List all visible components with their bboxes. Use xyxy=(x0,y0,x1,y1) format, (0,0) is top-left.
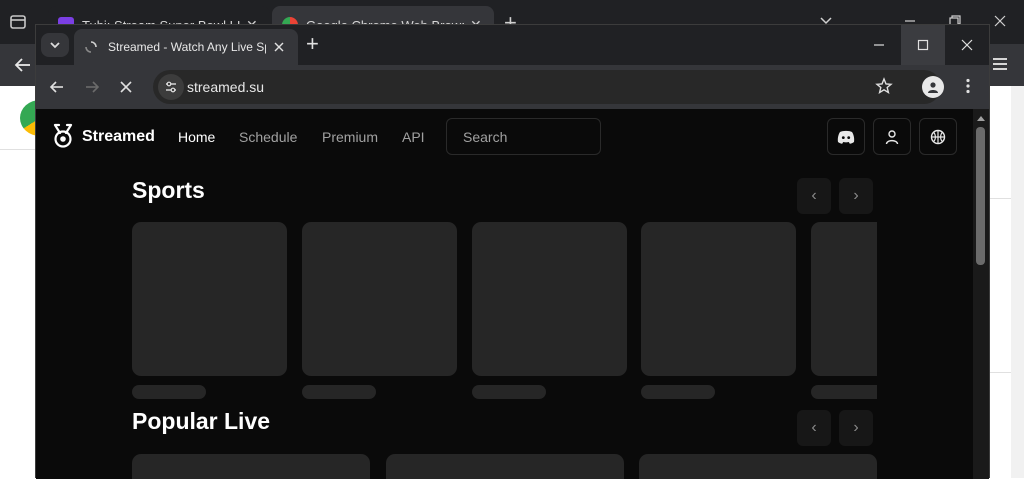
card-label-placeholder xyxy=(641,385,715,399)
nav-premium[interactable]: Premium xyxy=(322,129,378,145)
divider xyxy=(0,149,36,150)
forward-arrow-icon[interactable] xyxy=(80,75,104,99)
address-bar[interactable] xyxy=(153,70,941,104)
menu-lines-icon[interactable] xyxy=(990,54,1010,74)
close-window-icon[interactable] xyxy=(945,25,989,65)
popular-next-button[interactable]: › xyxy=(839,410,873,446)
nav-home[interactable]: Home xyxy=(178,129,215,145)
minimize-icon[interactable] xyxy=(857,25,901,65)
stop-loading-icon[interactable] xyxy=(114,75,138,99)
web-page: Streamed Home Schedule Premium API Searc… xyxy=(36,109,989,479)
tab-title: Streamed - Watch Any Live Sports xyxy=(108,40,266,54)
new-tab-icon[interactable]: + xyxy=(306,33,319,55)
search-input[interactable]: Search xyxy=(446,118,601,155)
tab-search-icon[interactable] xyxy=(8,12,32,34)
back-arrow-icon[interactable] xyxy=(45,75,69,99)
chevron-down-icon xyxy=(50,42,60,49)
section-title-popular-live: Popular Live xyxy=(132,408,271,434)
sport-card-placeholder[interactable] xyxy=(641,222,796,376)
card-label-placeholder xyxy=(811,385,877,399)
popular-prev-button[interactable]: ‹ xyxy=(797,410,831,446)
scrollbar-thumb[interactable] xyxy=(976,127,985,265)
live-card-placeholder[interactable] xyxy=(386,454,624,479)
loading-icon xyxy=(84,40,100,54)
card-label-placeholder xyxy=(302,385,376,399)
url-text[interactable]: streamed.su xyxy=(187,79,264,95)
streamed-logo-icon[interactable] xyxy=(51,123,75,149)
live-card-placeholder[interactable] xyxy=(132,454,370,479)
site-settings-icon[interactable] xyxy=(158,74,184,100)
brand-name[interactable]: Streamed xyxy=(82,128,155,146)
sports-prev-button[interactable]: ‹ xyxy=(797,178,831,214)
sports-next-button[interactable]: › xyxy=(839,178,873,214)
close-tab-icon[interactable] xyxy=(274,42,288,52)
card-label-placeholder xyxy=(472,385,546,399)
sport-card-placeholder[interactable] xyxy=(302,222,457,376)
sport-card-placeholder[interactable] xyxy=(472,222,627,376)
discord-button[interactable] xyxy=(827,118,865,155)
maximize-icon[interactable] xyxy=(901,25,945,65)
background-scrollbar[interactable] xyxy=(1011,86,1024,478)
card-label-placeholder xyxy=(132,385,206,399)
user-button[interactable] xyxy=(873,118,911,155)
live-card-placeholder[interactable] xyxy=(639,454,877,479)
sport-card-placeholder[interactable] xyxy=(132,222,287,376)
basketball-icon xyxy=(930,129,946,144)
profile-avatar-icon[interactable] xyxy=(922,76,944,98)
browser-window: Streamed - Watch Any Live Sports + strea… xyxy=(35,24,990,479)
scroll-up-icon[interactable] xyxy=(977,116,985,121)
active-tab[interactable]: Streamed - Watch Any Live Sports xyxy=(74,29,298,65)
section-title-sports: Sports xyxy=(132,177,205,203)
nav-api[interactable]: API xyxy=(402,129,425,145)
back-arrow-icon[interactable] xyxy=(12,54,34,76)
user-icon xyxy=(885,129,899,144)
bookmark-star-icon[interactable] xyxy=(875,77,893,95)
tab-search-button[interactable] xyxy=(41,33,69,57)
nav-schedule[interactable]: Schedule xyxy=(239,129,297,145)
more-options-icon[interactable] xyxy=(959,77,977,95)
discord-icon xyxy=(837,130,855,144)
sport-card-placeholder[interactable] xyxy=(811,222,877,376)
sports-button[interactable] xyxy=(919,118,957,155)
